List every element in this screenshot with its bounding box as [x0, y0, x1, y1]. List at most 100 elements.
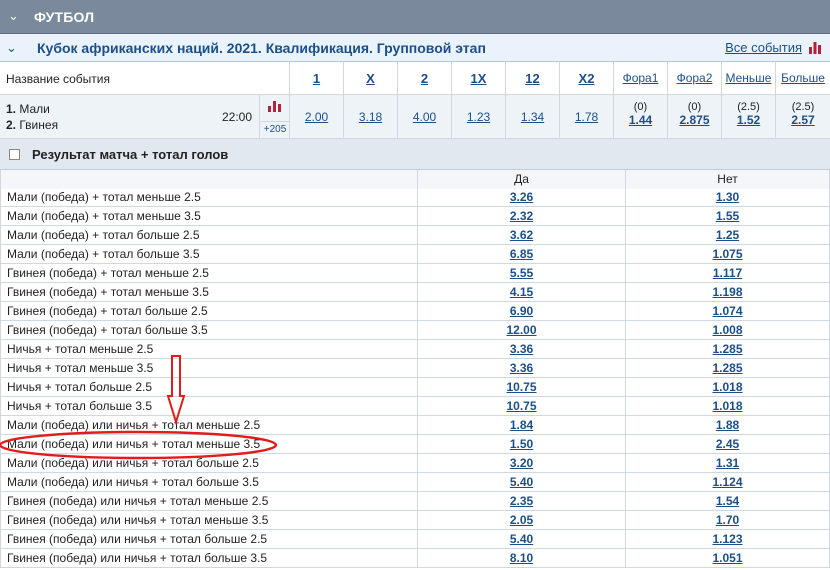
- odd-value[interactable]: 1.78: [560, 95, 613, 139]
- col-header-over[interactable]: Больше: [775, 62, 830, 95]
- col-header-under[interactable]: Меньше: [721, 62, 775, 95]
- odd-no[interactable]: 1.018: [625, 378, 830, 397]
- odd-value[interactable]: 1.44: [614, 113, 667, 127]
- odd-yes[interactable]: 3.36: [417, 359, 625, 378]
- table-row: Мали (победа) + тотал меньше 3.5 2.32 1.55: [0, 207, 830, 226]
- team1-name: Мали: [19, 102, 50, 116]
- odd-no[interactable]: 1.54: [625, 492, 830, 511]
- odd-no[interactable]: 1.018: [625, 397, 830, 416]
- odd-fora1[interactable]: (0) 1.44: [613, 95, 667, 139]
- odd-value[interactable]: 2.875: [668, 113, 721, 127]
- odd-yes[interactable]: 1.50: [417, 435, 625, 454]
- odd-yes[interactable]: 5.40: [417, 530, 625, 549]
- odd-yes[interactable]: 5.40: [417, 473, 625, 492]
- odd-yes[interactable]: 6.90: [417, 302, 625, 321]
- odd-yes[interactable]: 2.35: [417, 492, 625, 511]
- header-spacer: [0, 170, 417, 189]
- odd-no[interactable]: 1.075: [625, 245, 830, 264]
- odd-no[interactable]: 1.074: [625, 302, 830, 321]
- odd-yes[interactable]: 2.05: [417, 511, 625, 530]
- total-param: (2.5): [791, 101, 815, 113]
- odd-12[interactable]: 1.34: [505, 95, 559, 139]
- odd-1[interactable]: 2.00: [289, 95, 343, 139]
- odd-no[interactable]: 1.25: [625, 226, 830, 245]
- col-header-fora1[interactable]: Фора1: [613, 62, 667, 95]
- odd-no[interactable]: 1.31: [625, 454, 830, 473]
- odd-no[interactable]: 1.008: [625, 321, 830, 340]
- odd-x2[interactable]: 1.78: [559, 95, 613, 139]
- odd-no[interactable]: 1.30: [625, 188, 830, 207]
- table-row: Гвинея (победа) или ничья + тотал меньше…: [0, 492, 830, 511]
- col-header-12[interactable]: 12: [505, 62, 559, 95]
- odd-no[interactable]: 1.123: [625, 530, 830, 549]
- odd-under[interactable]: (2.5) 1.52: [721, 95, 775, 139]
- table-row: Ничья + тотал меньше 2.5 3.36 1.285: [0, 340, 830, 359]
- chevron-down-icon[interactable]: ⌄: [6, 40, 17, 56]
- league-title: Кубок африканских наций. 2021. Квалифика…: [37, 40, 486, 56]
- odd-yes[interactable]: 3.20: [417, 454, 625, 473]
- odd-yes[interactable]: 10.75: [417, 378, 625, 397]
- odd-yes[interactable]: 8.10: [417, 549, 625, 568]
- market-title: Результат матча + тотал голов: [32, 147, 229, 162]
- sport-header[interactable]: ⌄ ФУТБОЛ: [0, 0, 830, 34]
- more-bets-count[interactable]: +205: [261, 121, 289, 135]
- col-header-fora2[interactable]: Фора2: [667, 62, 721, 95]
- market-checkbox[interactable]: [9, 149, 20, 160]
- odd-no[interactable]: 2.45: [625, 435, 830, 454]
- team2-number: 2.: [6, 118, 17, 132]
- odd-yes[interactable]: 10.75: [417, 397, 625, 416]
- col-header-1x[interactable]: 1X: [451, 62, 505, 95]
- odd-yes[interactable]: 3.26: [417, 188, 625, 207]
- match-stats[interactable]: +205: [259, 95, 289, 139]
- col-header-2[interactable]: 2: [397, 62, 451, 95]
- teams[interactable]: 1. Мали 2. Гвинея: [6, 101, 58, 133]
- odd-yes[interactable]: 3.36: [417, 340, 625, 359]
- odd-yes[interactable]: 5.55: [417, 264, 625, 283]
- odd-value[interactable]: 4.00: [398, 95, 451, 139]
- odd-x[interactable]: 3.18: [343, 95, 397, 139]
- odd-value[interactable]: 3.18: [344, 95, 397, 139]
- bet-name: Гвинея (победа) + тотал меньше 3.5: [0, 283, 417, 302]
- market-table-header: Да Нет: [0, 170, 830, 189]
- odd-no[interactable]: 1.051: [625, 549, 830, 568]
- col-header-x[interactable]: X: [343, 62, 397, 95]
- team2-name: Гвинея: [19, 118, 59, 132]
- col-header-x2[interactable]: X2: [559, 62, 613, 95]
- odd-over[interactable]: (2.5) 2.57: [775, 95, 830, 139]
- league-header[interactable]: ⌄ Кубок африканских наций. 2021. Квалифи…: [0, 34, 830, 62]
- odd-value[interactable]: 1.52: [722, 113, 775, 127]
- table-row: Ничья + тотал больше 3.5 10.75 1.018: [0, 397, 830, 416]
- odd-no[interactable]: 1.285: [625, 340, 830, 359]
- odd-no[interactable]: 1.55: [625, 207, 830, 226]
- odd-yes[interactable]: 3.62: [417, 226, 625, 245]
- odd-value[interactable]: 2.00: [290, 95, 343, 139]
- odd-no[interactable]: 1.88: [625, 416, 830, 435]
- bar-chart-icon[interactable]: [268, 100, 281, 112]
- odd-1x[interactable]: 1.23: [451, 95, 505, 139]
- odd-no[interactable]: 1.285: [625, 359, 830, 378]
- table-row: Ничья + тотал больше 2.5 10.75 1.018: [0, 378, 830, 397]
- table-row: Мали (победа) или ничья + тотал больше 2…: [0, 454, 830, 473]
- odd-value[interactable]: 1.34: [506, 95, 559, 139]
- chevron-down-icon[interactable]: ⌄: [8, 9, 22, 23]
- bet-name: Мали (победа) + тотал больше 3.5: [0, 245, 417, 264]
- odd-fora2[interactable]: (0) 2.875: [667, 95, 721, 139]
- odd-no[interactable]: 1.70: [625, 511, 830, 530]
- odd-value[interactable]: 2.57: [776, 113, 830, 127]
- odd-yes[interactable]: 12.00: [417, 321, 625, 340]
- match-row: 1. Мали 2. Гвинея 22:00 +205 2.00 3.18 4…: [0, 95, 830, 139]
- bar-chart-icon[interactable]: [808, 41, 822, 54]
- odd-yes[interactable]: 2.32: [417, 207, 625, 226]
- odd-yes[interactable]: 6.85: [417, 245, 625, 264]
- bet-name: Мали (победа) + тотал меньше 3.5: [0, 207, 417, 226]
- odd-yes[interactable]: 1.84: [417, 416, 625, 435]
- odd-no[interactable]: 1.117: [625, 264, 830, 283]
- col-header-1[interactable]: 1: [289, 62, 343, 95]
- odd-value[interactable]: 1.23: [452, 95, 505, 139]
- odd-yes[interactable]: 4.15: [417, 283, 625, 302]
- odd-no[interactable]: 1.198: [625, 283, 830, 302]
- odd-no[interactable]: 1.124: [625, 473, 830, 492]
- odd-2[interactable]: 4.00: [397, 95, 451, 139]
- all-events-link[interactable]: Все события: [725, 40, 802, 55]
- market-header[interactable]: Результат матча + тотал голов: [0, 139, 830, 170]
